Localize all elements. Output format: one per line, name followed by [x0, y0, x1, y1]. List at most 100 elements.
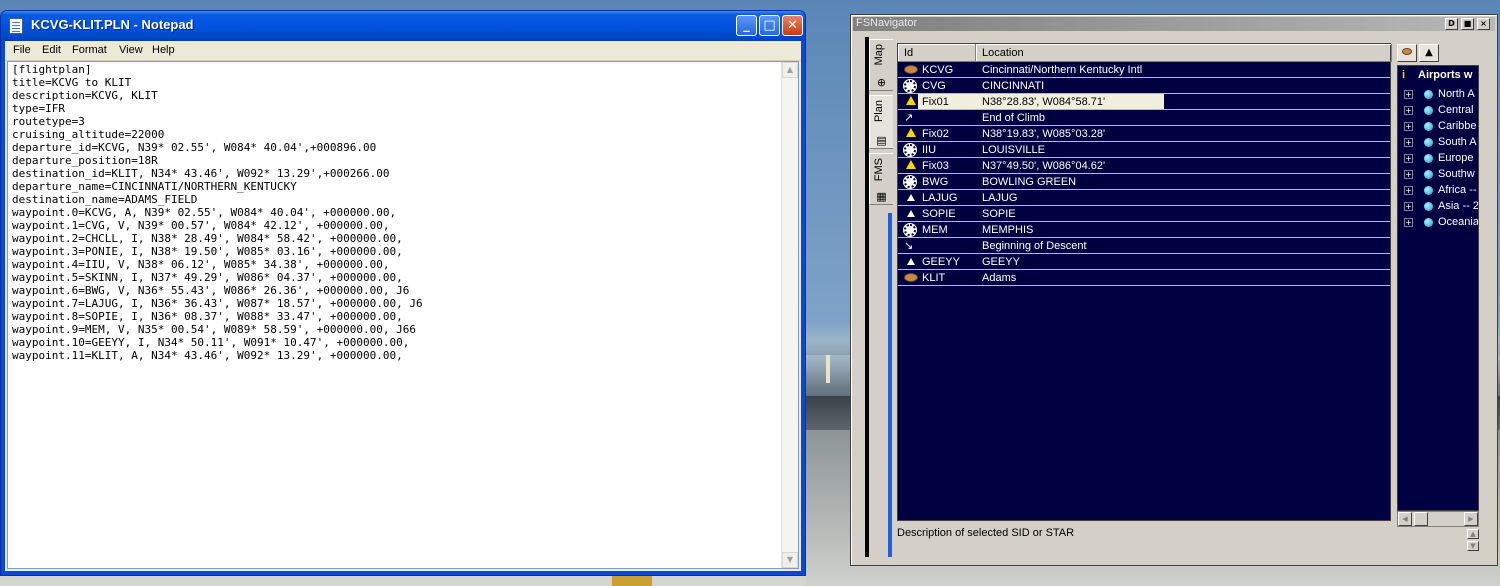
notepad-vertical-scrollbar[interactable]: ▲ ▼ — [781, 62, 798, 568]
text-line[interactable]: waypoint.5=SKINN, I, N37* 49.29', W086* … — [12, 271, 778, 284]
description-bar: Description of selected SID or STAR — [897, 527, 1391, 551]
text-line[interactable]: departure_name=CINCINNATI/NORTHERN_KENTU… — [12, 180, 778, 193]
tab-map[interactable]: Map ⊕ — [869, 39, 893, 91]
text-line[interactable]: waypoint.10=GEEYY, I, N34* 50.11', W091*… — [12, 336, 778, 349]
menu-view[interactable]: View — [119, 44, 143, 56]
plan-row[interactable]: CVG CINCINNATI — [898, 78, 1390, 94]
plan-row[interactable]: ↘ Beginning of Descent — [898, 238, 1390, 254]
fsnavigator-titlebar[interactable]: FSNavigator D ■ × — [853, 17, 1495, 31]
globe-icon — [1424, 186, 1433, 195]
expand-icon[interactable]: + — [1404, 106, 1413, 115]
text-line[interactable]: departure_position=18R — [12, 154, 778, 167]
text-line[interactable]: destination_id=KLIT, N34* 43.46', W092* … — [12, 167, 778, 180]
text-line[interactable]: waypoint.1=CVG, V, N39* 00.57', W084* 42… — [12, 219, 778, 232]
description-text: Description of selected SID or STAR — [897, 527, 1075, 539]
notepad-titlebar[interactable]: KCVG-KLIT.PLN - Notepad _ □ ✕ — [1, 11, 805, 41]
notepad-title: KCVG-KLIT.PLN - Notepad — [31, 17, 194, 32]
fms-icon: ▦ — [876, 190, 887, 203]
menu-format[interactable]: Format — [72, 44, 107, 56]
expand-icon[interactable]: + — [1404, 186, 1413, 195]
text-line[interactable]: waypoint.0=KCVG, A, N39* 02.55', W084* 4… — [12, 206, 778, 219]
text-line[interactable]: waypoint.7=LAJUG, I, N36* 36.43', W087* … — [12, 297, 778, 310]
menu-file[interactable]: File — [13, 44, 31, 56]
text-line[interactable]: waypoint.9=MEM, V, N35* 00.54', W089* 58… — [12, 323, 778, 336]
text-line[interactable]: [flightplan] — [12, 63, 778, 76]
plan-row[interactable]: LAJUG LAJUG — [898, 190, 1390, 206]
plan-row[interactable]: Fix02 N38°19.83', W085°03.28' — [898, 126, 1390, 142]
plan-row[interactable]: GEEYY GEEYY — [898, 254, 1390, 270]
scroll-thumb[interactable] — [1414, 512, 1428, 526]
text-line[interactable]: departure_id=KCVG, N39* 02.55', W084* 40… — [12, 141, 778, 154]
close-button[interactable]: ✕ — [782, 15, 803, 36]
waypoint-id: MEM — [922, 224, 948, 236]
airports-panel: ▲ i Airports w + North A + Central + Caribbe +… — [1397, 43, 1493, 527]
menu-help[interactable]: Help — [152, 44, 175, 56]
plan-row[interactable]: IIU LOUISVILLE — [898, 142, 1390, 158]
expand-icon[interactable]: + — [1404, 170, 1413, 179]
text-line[interactable]: waypoint.6=BWG, V, N36* 55.43', W086* 26… — [12, 284, 778, 297]
waypoint-id: KLIT — [922, 272, 946, 284]
menu-edit[interactable]: Edit — [42, 44, 61, 56]
plan-row[interactable]: MEM MEMPHIS — [898, 222, 1390, 238]
waypoint-location: SOPIE — [982, 208, 1016, 220]
notepad-text-area[interactable]: [flightplan] title=KCVG to KLIT descriptio… — [7, 61, 799, 569]
waypoint-location: LAJUG — [982, 192, 1018, 204]
plan-row[interactable]: Fix01 N38°28.83', W084°58.71' — [898, 94, 1390, 110]
desc-scroll-down[interactable]: ▼ — [1467, 541, 1479, 551]
waypoint-id: IIU — [922, 144, 937, 156]
maximize-button[interactable]: □ — [759, 15, 780, 36]
waypoint-id: Fix03 — [922, 160, 949, 172]
scroll-left-arrow[interactable]: ◀ — [1398, 512, 1412, 526]
expand-icon[interactable]: + — [1404, 154, 1413, 163]
flight-plan-list[interactable]: Id Location KCVG Cincinnati/Northern Kent… — [897, 43, 1392, 521]
notepad-menubar: File Edit Format View Help — [5, 41, 801, 61]
globe-icon — [1424, 138, 1433, 147]
fsnav-close-button[interactable]: × — [1477, 18, 1490, 30]
notepad-text[interactable]: [flightplan] title=KCVG to KLIT descriptio… — [12, 63, 778, 552]
fsnav-maximize-button[interactable]: ■ — [1461, 18, 1474, 30]
airports-vertical-scrollbar[interactable] — [1479, 65, 1493, 527]
tab-fms[interactable]: FMS ▦ — [869, 153, 893, 205]
text-line[interactable]: waypoint.3=PONIE, I, N38* 19.50', W085* … — [12, 245, 778, 258]
airport-filter-button[interactable] — [1397, 44, 1417, 62]
region-label: Southw — [1438, 168, 1475, 180]
text-line[interactable]: waypoint.8=SOPIE, I, N36* 08.37', W088* … — [12, 310, 778, 323]
text-line[interactable]: waypoint.4=IIU, V, N38* 06.12', W085* 34… — [12, 258, 778, 271]
region-label: North A — [1438, 88, 1475, 100]
waypoint-location: Beginning of Descent — [982, 240, 1087, 252]
airports-horizontal-scrollbar[interactable]: ◀ ▶ — [1397, 511, 1479, 527]
text-line[interactable]: routetype=3 — [12, 115, 778, 128]
scroll-right-arrow[interactable]: ▶ — [1464, 512, 1478, 526]
plan-row[interactable]: KCVG Cincinnati/Northern Kentucky Intl — [898, 62, 1390, 78]
airports-tree[interactable]: i Airports w + North A + Central + Caribbe + So… — [1397, 65, 1479, 511]
notepad-icon[interactable] — [9, 18, 23, 34]
text-line[interactable]: waypoint.2=CHCLL, I, N38* 28.49', W084* … — [12, 232, 778, 245]
text-line[interactable]: cruising_altitude=22000 — [12, 128, 778, 141]
column-location[interactable]: Location — [976, 44, 1392, 62]
scroll-down-arrow[interactable]: ▼ — [782, 552, 798, 568]
plan-row[interactable]: SOPIE SOPIE — [898, 206, 1390, 222]
plan-row[interactable]: KLIT Adams — [898, 270, 1390, 286]
column-id[interactable]: Id — [898, 44, 976, 62]
expand-icon[interactable]: + — [1404, 122, 1413, 131]
text-line[interactable]: title=KCVG to KLIT — [12, 76, 778, 89]
text-line[interactable]: description=KCVG, KLIT — [12, 89, 778, 102]
tab-plan[interactable]: Plan ▤ — [869, 95, 893, 149]
expand-icon[interactable]: + — [1404, 202, 1413, 211]
collapse-up-icon[interactable]: ▲ — [1419, 44, 1439, 62]
plan-row[interactable]: ↗ End of Climb — [898, 110, 1390, 126]
text-line[interactable]: type=IFR — [12, 102, 778, 115]
expand-icon[interactable]: + — [1404, 138, 1413, 147]
fsnav-dock-button[interactable]: D — [1445, 18, 1458, 30]
desc-scroll-up[interactable]: ▲ — [1467, 529, 1479, 539]
text-line[interactable]: destination_name=ADAMS_FIELD — [12, 193, 778, 206]
waypoint-id: BWG — [922, 176, 949, 188]
airports-toolbar: ▲ — [1397, 43, 1493, 63]
expand-icon[interactable]: + — [1404, 90, 1413, 99]
minimize-button[interactable]: _ — [736, 15, 757, 36]
plan-row[interactable]: Fix03 N37°49.50', W086°04.62' — [898, 158, 1390, 174]
scroll-up-arrow[interactable]: ▲ — [782, 62, 798, 78]
text-line[interactable]: waypoint.11=KLIT, A, N34* 43.46', W092* … — [12, 349, 778, 362]
expand-icon[interactable]: + — [1404, 218, 1413, 227]
plan-row[interactable]: BWG BOWLING GREEN — [898, 174, 1390, 190]
